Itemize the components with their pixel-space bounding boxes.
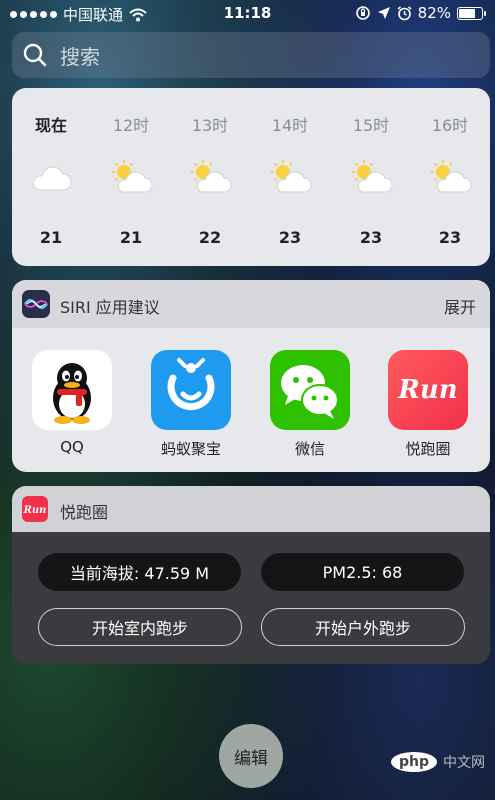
siri-icon: [22, 290, 50, 318]
location-arrow-icon: [377, 7, 390, 19]
hour-temp: 23: [438, 228, 462, 247]
alarm-icon: [397, 5, 412, 20]
app-name: 悦跑圈: [405, 440, 451, 458]
php-logo: php: [390, 752, 437, 772]
battery-icon: [457, 6, 486, 20]
joyrun-small-icon: Run: [22, 496, 48, 522]
siri-suggestions-widget: SIRI 应用建议 展开 QQ 蚂蚁聚宝 微信 Run 悦跑圈: [12, 280, 490, 472]
start-outdoor-run-button[interactable]: 开始户外跑步: [261, 608, 465, 646]
joyrun-small-logo-text: Run: [23, 505, 47, 516]
joyrun-widget-header: Run 悦跑圈: [12, 486, 490, 532]
start-indoor-run-button[interactable]: 开始室内跑步: [38, 608, 242, 646]
app-wechat[interactable]: 微信: [260, 350, 360, 459]
status-bar: 中国联通 11:18 82%: [0, 0, 495, 26]
status-right: 82%: [355, 4, 486, 22]
battery-fill: [459, 8, 475, 18]
watermark: php 中文网: [390, 752, 485, 772]
expand-button[interactable]: 展开: [444, 294, 476, 318]
joyrun-icon: Run: [388, 350, 468, 430]
watermark-text: 中文网: [443, 755, 485, 771]
edit-button[interactable]: 编辑: [219, 724, 283, 788]
siri-widget-title: SIRI 应用建议: [60, 298, 160, 317]
hour-label: 现在: [34, 116, 67, 135]
hour-temp: 21: [39, 228, 63, 247]
battery-percent: 82%: [417, 4, 451, 22]
cloud-icon: [32, 166, 72, 191]
qq-icon: [32, 350, 112, 430]
hour-label: 14时: [271, 116, 309, 135]
hour-label: 16时: [431, 116, 469, 135]
hour-temp: 22: [198, 228, 222, 247]
joyrun-widget-title: 悦跑圈: [60, 503, 109, 522]
search-bar[interactable]: 搜索: [12, 32, 490, 78]
partly-sunny-icon: [191, 160, 232, 193]
joyrun-logo-text: Run: [397, 375, 457, 405]
hour-temp: 23: [278, 228, 302, 247]
hour-label: 13时: [191, 116, 229, 135]
app-name: 蚂蚁聚宝: [160, 440, 221, 458]
hour-temp: 21: [119, 228, 143, 247]
siri-widget-header: SIRI 应用建议 展开: [12, 280, 490, 328]
partly-sunny-icon: [271, 160, 312, 193]
partly-sunny-icon: [112, 160, 153, 193]
joyrun-widget: Run 悦跑圈 当前海拔: 47.59 M PM2.5: 68 开始室内跑步 开…: [12, 486, 490, 664]
app-joyrun[interactable]: Run 悦跑圈: [378, 350, 478, 459]
partly-sunny-icon: [352, 160, 393, 193]
app-name: 微信: [294, 440, 325, 458]
antfortune-icon: [151, 350, 231, 430]
hour-label: 15时: [352, 116, 390, 135]
search-placeholder: 搜索: [60, 44, 100, 69]
hour-label: 12时: [112, 116, 150, 135]
app-qq[interactable]: QQ: [22, 350, 122, 456]
app-name: QQ: [60, 438, 84, 456]
altitude-display: 当前海拔: 47.59 M: [38, 553, 241, 591]
wechat-icon: [270, 350, 350, 430]
pm25-display: PM2.5: 68: [261, 553, 464, 591]
app-antfortune[interactable]: 蚂蚁聚宝: [141, 350, 241, 459]
hour-temp: 23: [359, 228, 383, 247]
weather-widget[interactable]: 现在 21 12时 21 13时 22 14时 23 15时 23 16时 23: [12, 88, 490, 266]
partly-sunny-icon: [431, 160, 472, 193]
search-icon: [23, 43, 47, 67]
rotation-lock-icon: [355, 6, 370, 20]
